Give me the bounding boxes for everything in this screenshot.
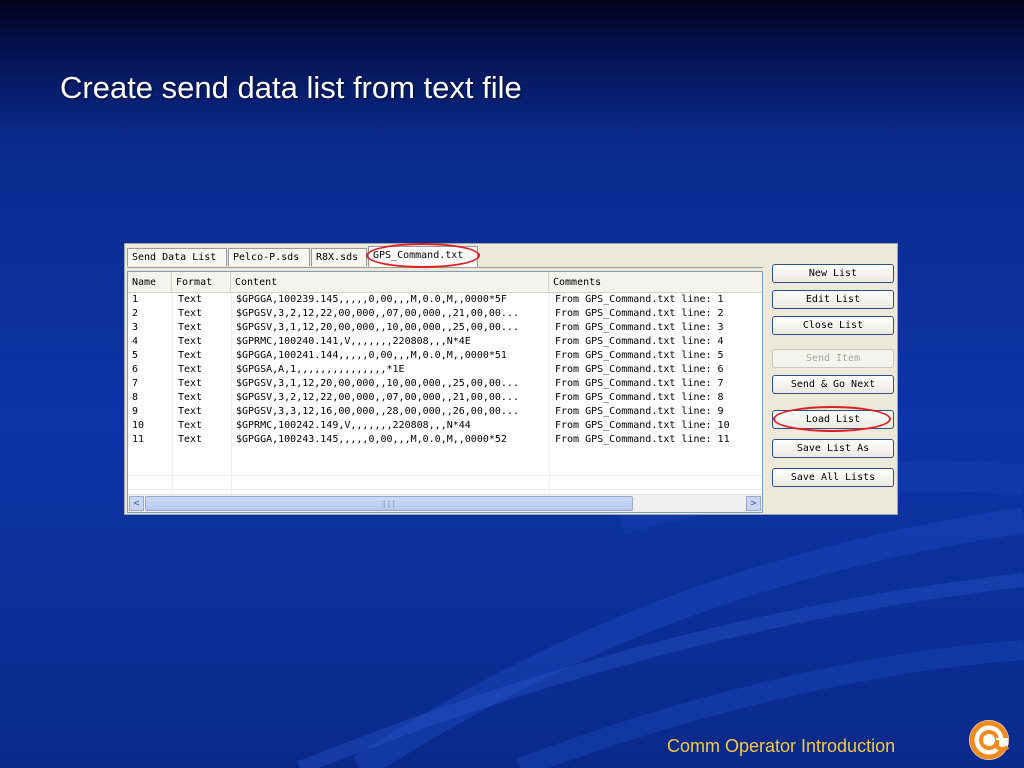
cell-content: $GPGGA,100243.145,,,,,0,00,,,M,0.0,M,,00…	[236, 434, 507, 445]
cell-content: $GPRMC,100242.149,V,,,,,,,220808,,,N*44	[236, 420, 471, 431]
send-data-list-view[interactable]: Name Format Content Comments 1 Text $GPGGA…	[127, 271, 763, 513]
scroll-thumb[interactable]: |||	[145, 496, 633, 511]
list-rows: 1 Text $GPGGA,100239.145,,,,,0,00,,,M,0.0,…	[128, 293, 762, 447]
cell-name: 10	[132, 420, 145, 431]
tab-pelco-p[interactable]: Pelco-P.sds	[228, 248, 310, 266]
cell-name: 4	[132, 336, 139, 347]
table-row[interactable]: 5 Text $GPGGA,100241.144,,,,,0,00,,,M,0.0,…	[128, 349, 762, 363]
cell-content: $GPGSV,3,1,12,20,00,000,,10,00,000,,25,0…	[236, 378, 519, 389]
edit-list-button[interactable]: Edit List	[772, 290, 894, 309]
horizontal-scrollbar[interactable]: < ||| >	[128, 494, 762, 512]
table-row[interactable]: 4 Text $GPRMC,100240.141,V,,,,,,,220808,,,…	[128, 335, 762, 349]
scroll-right-button[interactable]: >	[746, 496, 761, 511]
cell-comments: From GPS_Command.txt line: 7	[555, 378, 724, 389]
cell-comments: From GPS_Command.txt line: 10	[555, 420, 730, 431]
highlight-circle-tab	[366, 243, 480, 268]
comm-operator-window: Send Data List Pelco-P.sds R8X.sds GPS_C…	[124, 243, 898, 515]
cell-content: $GPGSV,3,3,12,16,00,000,,28,00,000,,26,0…	[236, 406, 519, 417]
table-row[interactable]: 1 Text $GPGGA,100239.145,,,,,0,00,,,M,0.0,…	[128, 293, 762, 307]
save-all-lists-button[interactable]: Save All Lists	[772, 468, 894, 487]
cell-name: 7	[132, 378, 139, 389]
cell-name: 3	[132, 322, 139, 333]
cell-name: 11	[132, 434, 145, 445]
cell-format: Text	[178, 308, 203, 319]
cell-comments: From GPS_Command.txt line: 1	[555, 294, 724, 305]
table-row[interactable]: 8 Text $GPGSV,3,2,12,22,00,000,,07,00,000,…	[128, 391, 762, 405]
tab-send-data-list[interactable]: Send Data List	[127, 248, 227, 266]
table-row[interactable]: 2 Text $GPGSV,3,2,12,22,00,000,,07,00,000,…	[128, 307, 762, 321]
cell-comments: From GPS_Command.txt line: 9	[555, 406, 724, 417]
close-list-button[interactable]: Close List	[772, 316, 894, 335]
cell-format: Text	[178, 420, 203, 431]
cell-comments: From GPS_Command.txt line: 2	[555, 308, 724, 319]
cell-content: $GPGSV,3,2,12,22,00,000,,07,00,000,,21,0…	[236, 392, 519, 403]
cell-comments: From GPS_Command.txt line: 4	[555, 336, 724, 347]
column-header-comments[interactable]: Comments	[549, 272, 762, 292]
cell-comments: From GPS_Command.txt line: 6	[555, 364, 724, 375]
cell-name: 8	[132, 392, 139, 403]
table-row[interactable]: 9 Text $GPGSV,3,3,12,16,00,000,,28,00,000,…	[128, 405, 762, 419]
send-item-button[interactable]: Send Item	[772, 349, 894, 368]
send-go-next-button[interactable]: Send & Go Next	[772, 375, 894, 394]
cell-content: $GPGGA,100241.144,,,,,0,00,,,M,0.0,M,,00…	[236, 350, 507, 361]
highlight-circle-load-list	[773, 406, 891, 432]
cell-comments: From GPS_Command.txt line: 8	[555, 392, 724, 403]
table-row[interactable]: 6 Text $GPGSA,A,1,,,,,,,,,,,,,,,*1E From GP…	[128, 363, 762, 377]
table-row[interactable]: 7 Text $GPGSV,3,1,12,20,00,000,,10,00,000,…	[128, 377, 762, 391]
cell-format: Text	[178, 336, 203, 347]
table-row[interactable]: 10 Text $GPRMC,100242.149,V,,,,,,,220808,,…	[128, 419, 762, 433]
cell-content: $GPGSV,3,2,12,22,00,000,,07,00,000,,21,0…	[236, 308, 519, 319]
cell-content: $GPGSA,A,1,,,,,,,,,,,,,,,*1E	[236, 364, 405, 375]
cell-content: $GPGGA,100239.145,,,,,0,00,,,M,0.0,M,,00…	[236, 294, 507, 305]
list-header: Name Format Content Comments	[128, 272, 762, 293]
cell-content: $GPGSV,3,1,12,20,00,000,,10,00,000,,25,0…	[236, 322, 519, 333]
cell-name: 9	[132, 406, 139, 417]
cell-name: 1	[132, 294, 139, 305]
cell-comments: From GPS_Command.txt line: 5	[555, 350, 724, 361]
cell-comments: From GPS_Command.txt line: 11	[555, 434, 730, 445]
row-gridline	[128, 489, 762, 490]
footer-title: Comm Operator Introduction	[667, 736, 896, 756]
cell-name: 5	[132, 350, 139, 361]
table-row[interactable]: 3 Text $GPGSV,3,1,12,20,00,000,,10,00,000,…	[128, 321, 762, 335]
table-row[interactable]: 11 Text $GPGGA,100243.145,,,,,0,00,,,M,0.0…	[128, 433, 762, 447]
cell-format: Text	[178, 392, 203, 403]
slide-title: Create send data list from text file	[60, 70, 522, 105]
cell-comments: From GPS_Command.txt line: 3	[555, 322, 724, 333]
row-gridline	[128, 475, 762, 476]
cell-format: Text	[178, 350, 203, 361]
cell-format: Text	[178, 364, 203, 375]
column-header-content[interactable]: Content	[231, 272, 549, 292]
cell-format: Text	[178, 406, 203, 417]
cell-format: Text	[178, 294, 203, 305]
cell-format: Text	[178, 322, 203, 333]
new-list-button[interactable]: New List	[772, 264, 894, 283]
column-header-name[interactable]: Name	[128, 272, 172, 292]
cell-content: $GPRMC,100240.141,V,,,,,,,220808,,,N*4E	[236, 336, 471, 347]
scroll-left-button[interactable]: <	[129, 496, 144, 511]
cell-format: Text	[178, 434, 203, 445]
column-header-format[interactable]: Format	[172, 272, 231, 292]
cell-name: 6	[132, 364, 139, 375]
cell-name: 2	[132, 308, 139, 319]
tab-r8x[interactable]: R8X.sds	[311, 248, 367, 266]
cell-format: Text	[178, 378, 203, 389]
company-logo	[969, 720, 1010, 760]
tab-underline	[127, 267, 763, 268]
save-list-as-button[interactable]: Save List As	[772, 439, 894, 458]
